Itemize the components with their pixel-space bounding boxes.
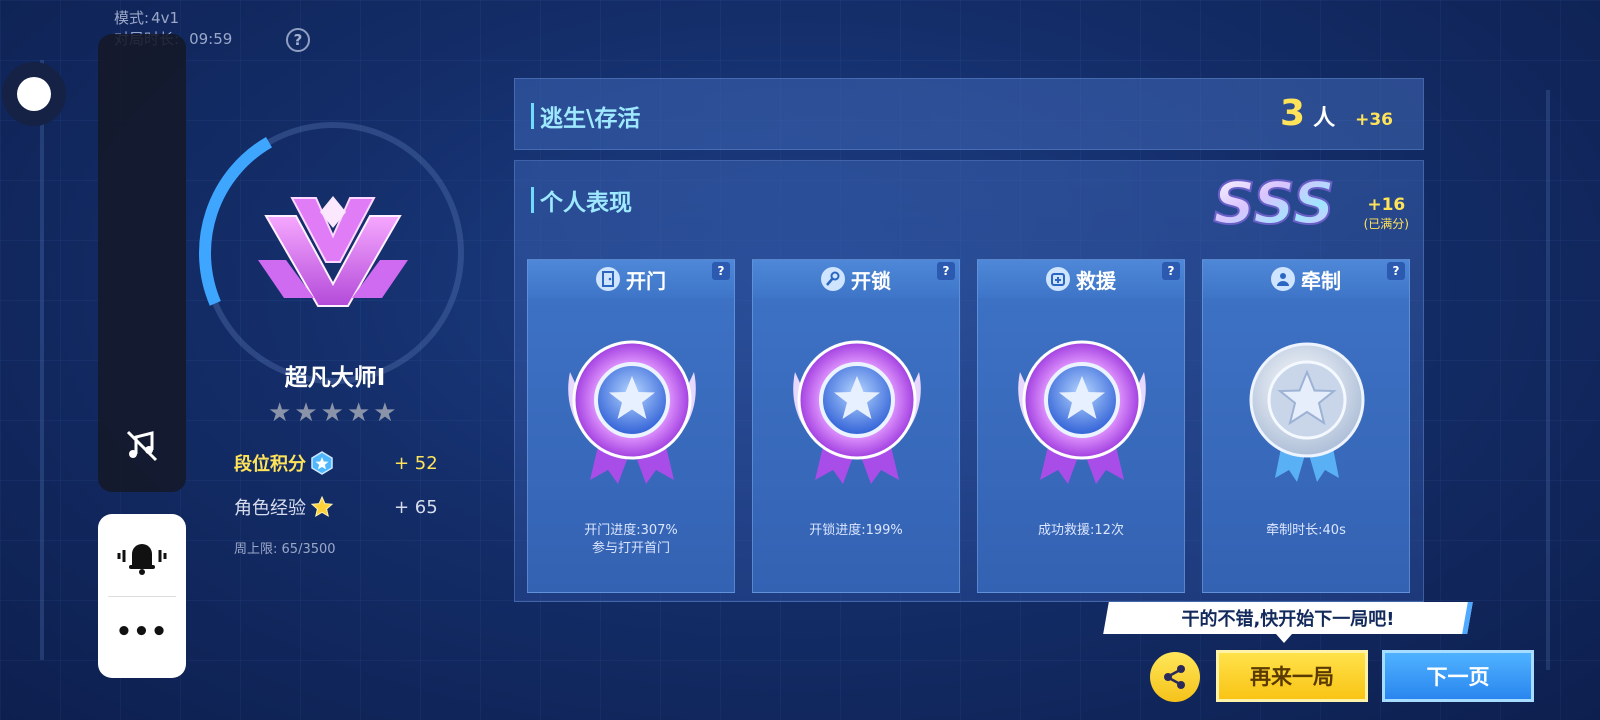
card-help-icon[interactable]: ? [1387,262,1405,280]
tip-arrow [1276,634,1292,643]
card-title: 开锁 [851,268,891,293]
card-description: 牵制时长:40s [1203,522,1409,540]
play-again-button[interactable]: 再来一局 [1216,650,1368,702]
panel-divider [108,596,176,597]
performance-bonus-note: (已满分) [1363,217,1409,231]
escape-count-number: 3 [1280,93,1306,134]
rank-score-icon [311,451,333,475]
performance-title: 个人表现 [531,183,632,217]
wrench-icon [821,267,845,291]
escape-title-text: 逃生\存活 [540,106,641,132]
assistive-touch-icon [17,77,51,111]
card-help-icon[interactable]: ? [712,262,730,280]
purple-star-medal-icon [1018,340,1146,484]
card-description: 开锁进度:199% [753,522,959,540]
escape-bonus: +36 [1355,110,1393,130]
title-accent-bar [531,103,534,129]
title-accent-bar [531,187,534,213]
card-header: 救援 [978,260,1184,298]
rank-emblem-icon [258,196,408,307]
rank-star-icon: ★ [320,398,344,428]
performance-bonus-value: +16 [1367,195,1406,215]
share-icon [1164,665,1185,689]
rank-star-icon: ★ [294,398,318,428]
card-header: 开锁 [753,260,959,298]
performance-bonus: +16 (已满分) [1364,195,1409,232]
rank-star-icon: ★ [268,398,292,428]
perf-card-contain[interactable]: 牵制 ? 牵制时长:40s [1202,259,1410,593]
card-header: 牵制 [1203,260,1409,298]
escape-count-unit: 人 [1313,106,1336,131]
rank-score-value: + 52 [394,452,438,474]
door-icon [596,267,620,291]
weekly-limit-label: 周上限: [234,542,278,557]
rank-stars: ★ ★ ★ ★ ★ [268,400,397,426]
perf-card-open-door[interactable]: 开门 ? 开门进度:307% 参与打开首门 [527,259,735,593]
card-description: 成功救援:12次 [978,522,1184,540]
quick-action-panel: ••• [98,514,186,678]
card-title: 救援 [1076,268,1116,293]
person-icon [1271,267,1295,291]
card-help-icon[interactable]: ? [1162,262,1180,280]
character-exp-row: 角色经验 + 65 [234,494,438,520]
purple-star-medal-icon [793,340,921,484]
share-button[interactable] [1150,652,1200,702]
rank-score-label: 段位积分 [234,454,306,475]
purple-star-medal-icon [568,340,696,484]
assistive-touch-button[interactable] [2,62,66,126]
perf-card-rescue[interactable]: 救援 ? 成功救援:12次 [977,259,1185,593]
character-exp-value: + 65 [394,496,438,518]
rank-star-icon: ★ [373,398,397,428]
card-description-line1: 成功救援:12次 [1038,523,1124,538]
silver-star-medal-icon [1249,342,1365,482]
card-description-line1: 开门进度:307% [584,523,678,538]
duration-value: 09:59 [189,30,233,48]
card-description-line1: 开锁进度:199% [809,523,903,538]
character-exp-label: 角色经验 [234,498,306,519]
background-line-left [40,60,44,660]
next-page-button[interactable]: 下一页 [1382,650,1534,702]
performance-cards: 开门 ? 开门进度:307% 参与打开首门 开锁 ? 开锁进度:199% 救援 … [527,259,1410,593]
card-description-line2: 参与打开首门 [591,541,670,556]
weekly-limit: 周上限: 65/3500 [234,538,336,557]
rank-score-row: 段位积分 + 52 [234,450,438,476]
card-description-line1: 牵制时长:40s [1266,523,1346,538]
card-title: 开门 [626,268,666,293]
tip-text: 干的不错,快开始下一局吧! [1181,609,1395,630]
rank-star-icon: ★ [346,398,371,428]
rescue-icon [1046,267,1070,291]
card-header: 开门 [528,260,734,298]
rank-name: 超凡大师I [284,365,386,391]
card-title: 牵制 [1301,268,1341,293]
performance-panel: 个人表现 SSS +16 (已满分) 开门 ? 开门进度:307% 参与打开首门… [514,160,1424,602]
escape-panel: 逃生\存活 3 人 +36 [514,78,1424,150]
more-button[interactable]: ••• [98,619,186,645]
background-line-right [1546,90,1550,670]
weekly-limit-value: 65/3500 [281,542,336,557]
side-control-panel [98,34,186,492]
bell-icon[interactable] [116,536,168,576]
sss-grade-badge: SSS [1212,168,1335,237]
card-help-icon[interactable]: ? [937,262,955,280]
performance-title-text: 个人表现 [540,190,632,216]
exp-star-icon [310,495,334,518]
card-description: 开门进度:307% 参与打开首门 [528,522,734,558]
sss-grade-text: SSS [1213,169,1334,237]
escape-count: 3 人 +36 [1280,93,1393,134]
mode-label: 模式: [114,9,150,27]
escape-title: 逃生\存活 [531,99,640,133]
question-circle-icon[interactable]: ? [286,28,310,52]
mode-value: 4v1 [151,9,180,27]
music-off-icon[interactable] [124,428,160,464]
perf-card-unlock[interactable]: 开锁 ? 开锁进度:199% [752,259,960,593]
